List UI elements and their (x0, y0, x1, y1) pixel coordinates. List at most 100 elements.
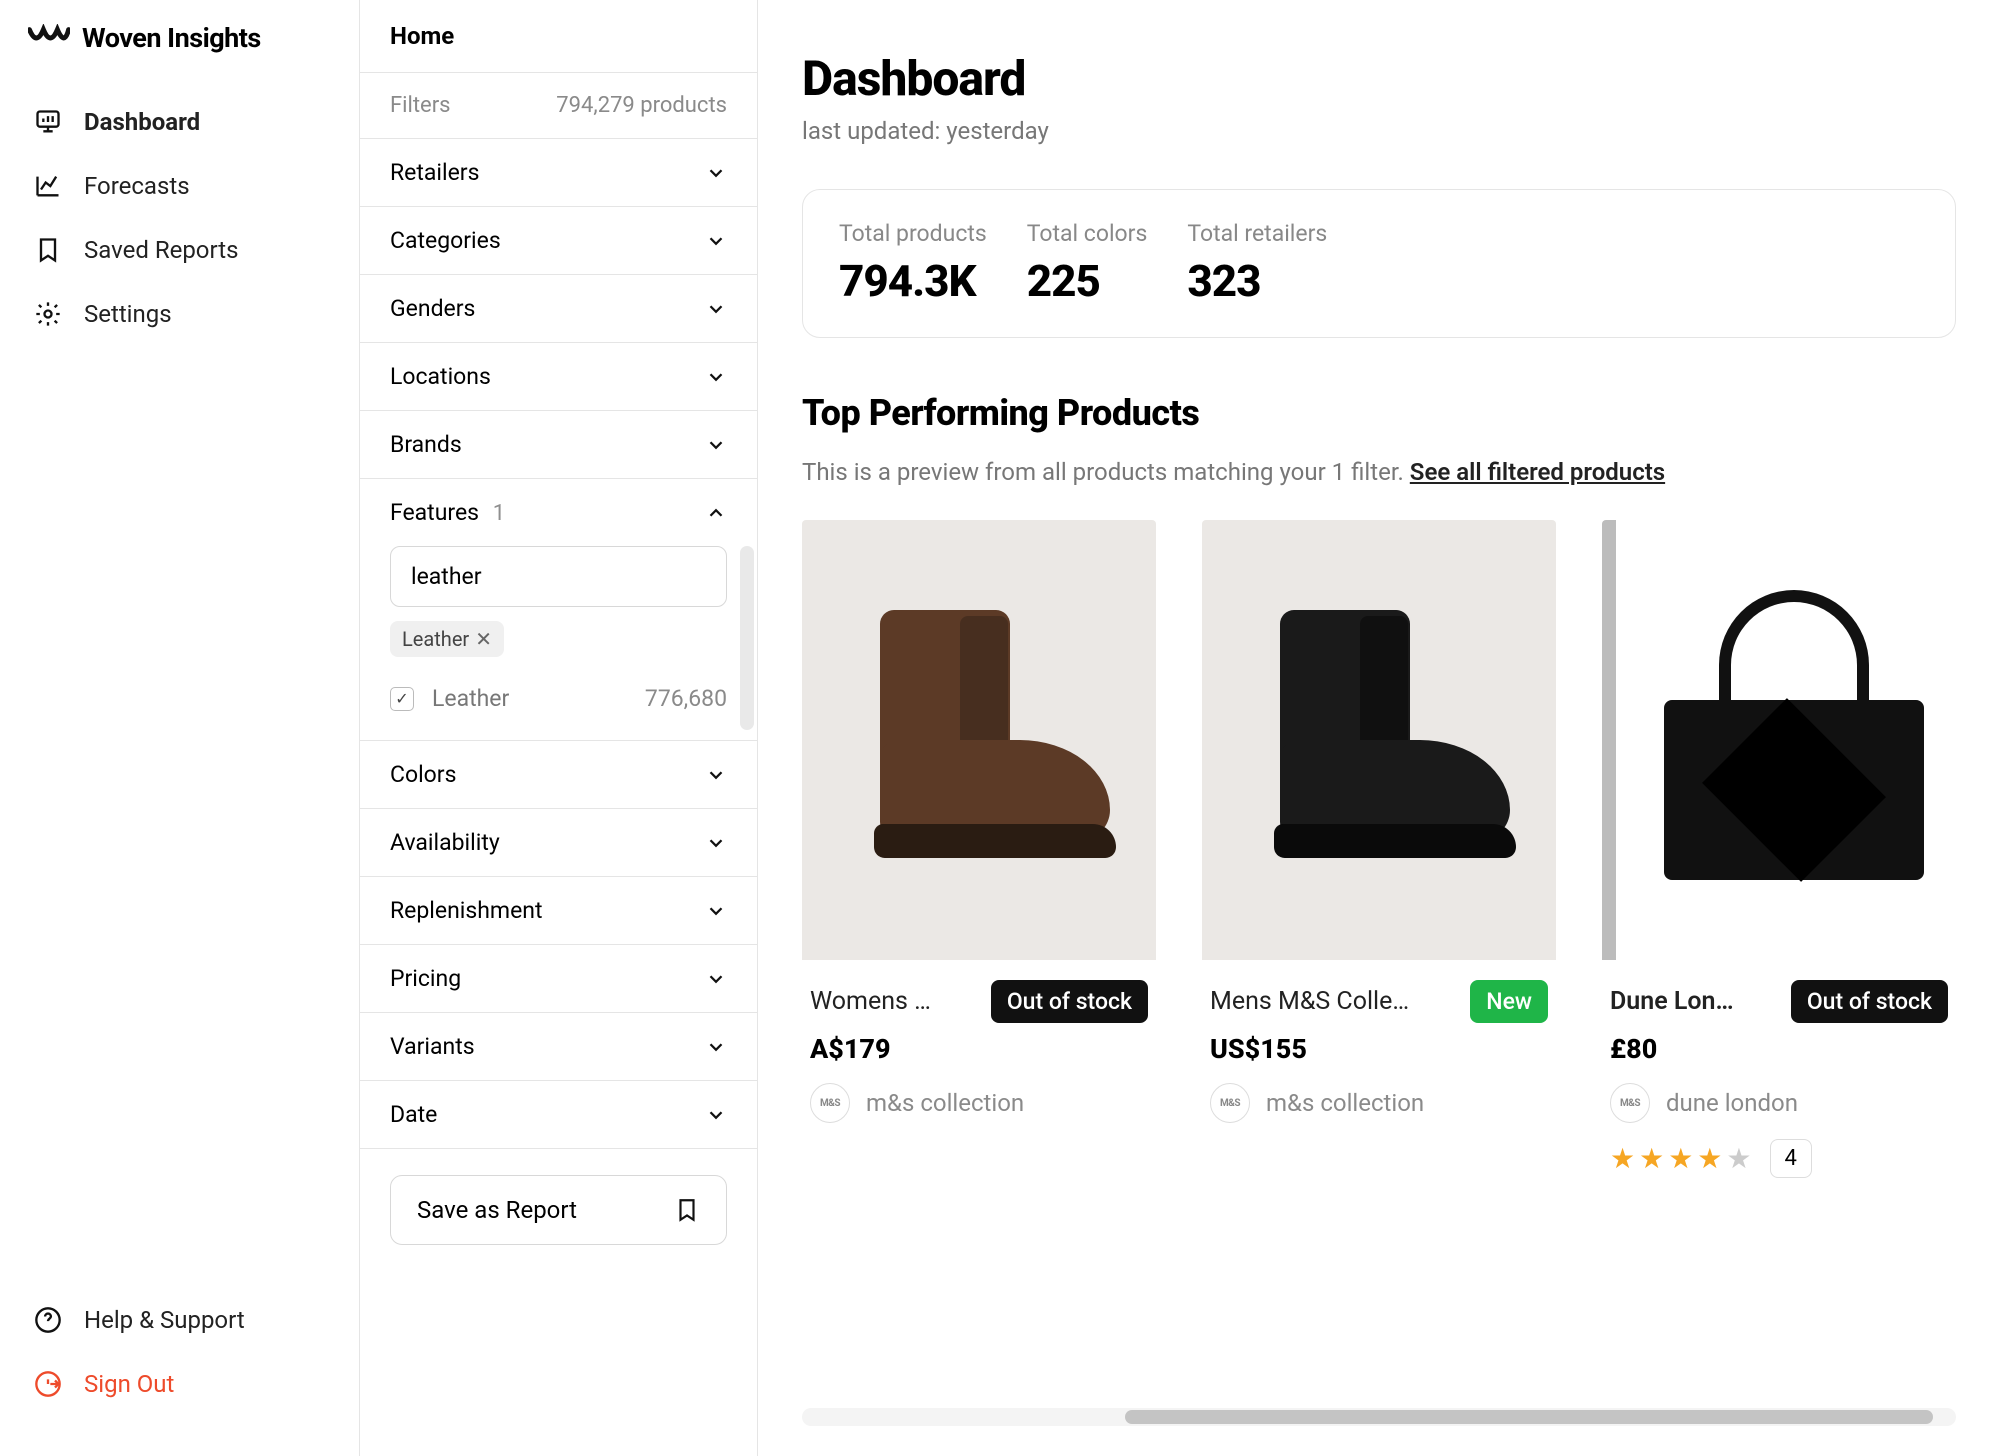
chevron-down-icon (705, 1036, 727, 1058)
filter-variants[interactable]: Variants (360, 1013, 757, 1080)
product-card[interactable]: Womens … Out of stock A$179 M&S m&s coll… (802, 520, 1156, 1188)
filters-label: Filters (390, 93, 451, 118)
new-badge: New (1470, 980, 1548, 1023)
horizontal-scrollbar[interactable] (802, 1408, 1956, 1426)
product-card[interactable]: Mens M&S Colle… New US$155 M&S m&s colle… (1202, 520, 1556, 1188)
filters-panel: Home Filters 794,279 products Retailers … (360, 0, 758, 1456)
chevron-down-icon (705, 230, 727, 252)
nav-dashboard[interactable]: Dashboard (16, 90, 343, 154)
bookmark-icon (674, 1197, 700, 1223)
save-as-report-button[interactable]: Save as Report (390, 1175, 727, 1245)
chevron-down-icon (705, 1104, 727, 1126)
stock-badge: Out of stock (991, 980, 1148, 1023)
brand-row: M&S m&s collection (1210, 1083, 1548, 1123)
sidebar-footer: Help & Support Sign Out (0, 1268, 359, 1456)
filters-summary: Filters 794,279 products (360, 73, 757, 139)
scrollbar[interactable] (740, 546, 754, 730)
sign-out[interactable]: Sign Out (16, 1352, 343, 1416)
chevron-down-icon (705, 162, 727, 184)
rating-count: 4 (1770, 1139, 1812, 1178)
filter-colors[interactable]: Colors (360, 741, 757, 808)
nav-dashboard-label: Dashboard (84, 108, 200, 136)
brand-avatar: M&S (1210, 1083, 1250, 1123)
filters-header: Home (360, 0, 757, 73)
nav-saved-reports[interactable]: Saved Reports (16, 218, 343, 282)
chevron-down-icon (705, 298, 727, 320)
stat-total-retailers: Total retailers 323 (1187, 220, 1327, 307)
section-title-top-products: Top Performing Products (802, 392, 1956, 434)
filter-genders[interactable]: Genders (360, 275, 757, 342)
sidebar: Woven Insights Dashboard Forecasts Saved… (0, 0, 360, 1456)
filter-locations[interactable]: Locations (360, 343, 757, 410)
brand-name: Woven Insights (82, 22, 261, 54)
chevron-down-icon (705, 900, 727, 922)
help-support[interactable]: Help & Support (16, 1288, 343, 1352)
nav-forecasts-label: Forecasts (84, 172, 190, 200)
product-image (1602, 520, 1956, 960)
feature-option-leather[interactable]: ✓ Leather 776,680 (390, 671, 727, 720)
star-rating-icon: ★★★★★ (1610, 1142, 1756, 1175)
filter-date[interactable]: Date (360, 1081, 757, 1148)
main-content: Dashboard last updated: yesterday Total … (758, 0, 2000, 1456)
question-circle-icon (34, 1306, 62, 1334)
see-all-filtered-link[interactable]: See all filtered products (1410, 458, 1665, 486)
nav-settings-label: Settings (84, 300, 172, 328)
stock-badge: Out of stock (1791, 980, 1948, 1023)
nav-forecasts[interactable]: Forecasts (16, 154, 343, 218)
product-name: Dune Lon… (1610, 987, 1781, 1016)
product-card[interactable]: Dune Lon… Out of stock £80 M&S dune lond… (1602, 520, 1956, 1188)
brand-name: dune london (1666, 1089, 1798, 1117)
last-updated: last updated: yesterday (802, 117, 1956, 145)
sign-out-icon (34, 1370, 62, 1398)
chevron-up-icon (705, 502, 727, 524)
product-price: US$155 (1210, 1033, 1548, 1065)
filters-product-count: 794,279 products (556, 93, 727, 118)
feature-option-count: 776,680 (645, 685, 727, 712)
filter-availability[interactable]: Availability (360, 809, 757, 876)
product-name: Womens … (810, 987, 981, 1016)
stat-total-products: Total products 794.3K (839, 220, 987, 307)
primary-nav: Dashboard Forecasts Saved Reports Settin… (0, 84, 359, 1268)
product-price: £80 (1610, 1033, 1948, 1065)
stat-total-colors: Total colors 225 (1027, 220, 1148, 307)
filter-pricing[interactable]: Pricing (360, 945, 757, 1012)
close-icon[interactable]: ✕ (475, 627, 492, 651)
brand-name: m&s collection (866, 1089, 1024, 1117)
feature-tag-leather[interactable]: Leather ✕ (390, 621, 504, 657)
product-cards: Womens … Out of stock A$179 M&S m&s coll… (802, 520, 1956, 1188)
chevron-down-icon (705, 366, 727, 388)
filter-replenishment[interactable]: Replenishment (360, 877, 757, 944)
rating-row: ★★★★★ 4 (1610, 1139, 1948, 1178)
brand-logo-icon (28, 24, 70, 52)
product-image (802, 520, 1156, 960)
product-name: Mens M&S Colle… (1210, 987, 1460, 1016)
nav-settings[interactable]: Settings (16, 282, 343, 346)
checkbox-checked-icon[interactable]: ✓ (390, 687, 414, 711)
product-price: A$179 (810, 1033, 1148, 1065)
product-image (1202, 520, 1556, 960)
filter-brands[interactable]: Brands (360, 411, 757, 478)
features-body: Leather ✕ ✓ Leather 776,680 (360, 546, 757, 740)
bookmark-icon (34, 236, 62, 264)
filter-retailers[interactable]: Retailers (360, 139, 757, 206)
scrollbar-thumb[interactable] (1125, 1410, 1933, 1424)
chevron-down-icon (705, 832, 727, 854)
brand-avatar: M&S (1610, 1083, 1650, 1123)
features-search-input[interactable] (390, 546, 727, 607)
brand-name: m&s collection (1266, 1089, 1424, 1117)
chevron-down-icon (705, 968, 727, 990)
presentation-chart-icon (34, 108, 62, 136)
features-applied-count: 1 (493, 501, 505, 526)
preview-line: This is a preview from all products matc… (802, 458, 1956, 486)
stats-card: Total products 794.3K Total colors 225 T… (802, 189, 1956, 338)
filter-features[interactable]: Features 1 (360, 479, 757, 546)
gear-icon (34, 300, 62, 328)
chevron-down-icon (705, 764, 727, 786)
brand-row: Woven Insights (0, 0, 359, 84)
filter-categories[interactable]: Categories (360, 207, 757, 274)
line-chart-icon (34, 172, 62, 200)
chevron-down-icon (705, 434, 727, 456)
help-support-label: Help & Support (84, 1306, 245, 1334)
brand-row: M&S dune london (1610, 1083, 1948, 1123)
brand-avatar: M&S (810, 1083, 850, 1123)
